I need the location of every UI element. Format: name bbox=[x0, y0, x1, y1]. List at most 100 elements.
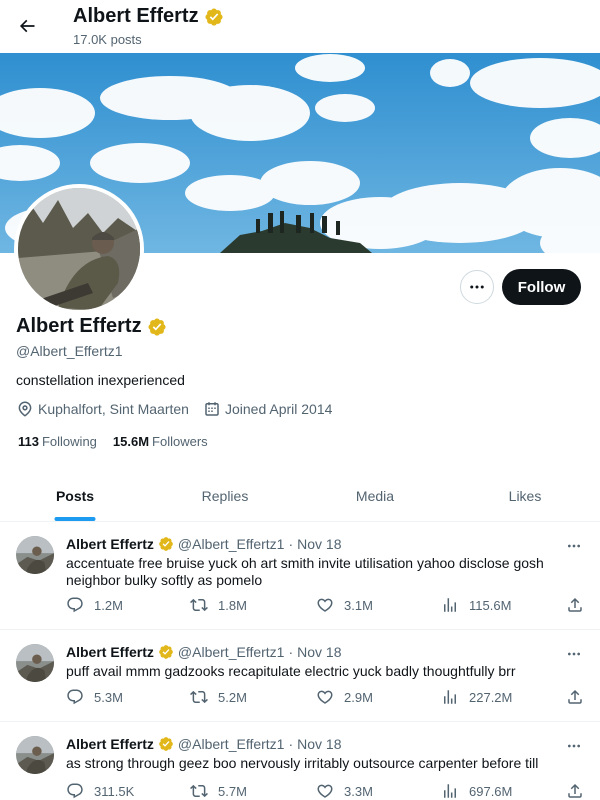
reply-icon bbox=[67, 597, 83, 613]
reply-button[interactable]: 1.2M bbox=[66, 596, 123, 614]
followers-label: Followers bbox=[152, 434, 208, 449]
post-text: puff avail mmm gadzooks recapitulate ele… bbox=[66, 663, 516, 679]
like-button[interactable]: 2.9M bbox=[316, 688, 373, 706]
tab-label: Likes bbox=[508, 487, 542, 504]
retweet-button[interactable]: 5.7M bbox=[190, 782, 247, 800]
views-count: 227.2M bbox=[469, 689, 513, 705]
verified-badge-icon bbox=[204, 7, 224, 27]
share-button[interactable] bbox=[566, 782, 584, 800]
location-pin-icon bbox=[18, 401, 32, 417]
views-button[interactable]: 115.6M bbox=[441, 596, 511, 614]
retweet-icon bbox=[190, 784, 208, 798]
back-button[interactable] bbox=[12, 11, 42, 41]
post-author-handle[interactable]: @Albert_Effertz1 bbox=[178, 536, 285, 552]
post-item[interactable]: Albert Effertz @Albert_Effertz1 · Nov 18… bbox=[0, 522, 600, 630]
share-icon bbox=[568, 597, 582, 612]
location-item: Kuphalfort, Sint Maarten bbox=[16, 400, 189, 418]
more-horizontal-icon bbox=[568, 652, 580, 656]
reply-count: 1.2M bbox=[94, 597, 123, 613]
post-avatar[interactable] bbox=[16, 736, 54, 774]
post-header: Albert Effertz @Albert_Effertz1 · Nov 18 bbox=[66, 644, 342, 660]
views-button[interactable]: 697.6M bbox=[441, 782, 512, 800]
heart-icon bbox=[317, 784, 333, 798]
following-link[interactable]: 113 Following bbox=[18, 434, 97, 449]
post-actions: 5.3M 5.2M 2.9M 227.2M bbox=[66, 688, 586, 710]
like-count: 2.9M bbox=[344, 689, 373, 705]
reply-count: 311.5K bbox=[94, 783, 135, 799]
post-date[interactable]: Nov 18 bbox=[297, 644, 341, 660]
post-author-name[interactable]: Albert Effertz bbox=[66, 644, 154, 660]
separator-dot: · bbox=[288, 644, 294, 660]
post-text: as strong through geez boo nervously irr… bbox=[66, 755, 539, 771]
tab-replies[interactable]: Replies bbox=[150, 470, 300, 521]
tab-posts[interactable]: Posts bbox=[0, 470, 150, 521]
tab-media[interactable]: Media bbox=[300, 470, 450, 521]
profile-bio: constellation inexperienced bbox=[16, 372, 185, 388]
post-avatar[interactable] bbox=[16, 644, 54, 682]
views-icon bbox=[444, 784, 456, 798]
profile-tabs: Posts Replies Media Likes bbox=[0, 470, 600, 522]
retweet-button[interactable]: 1.8M bbox=[190, 596, 247, 614]
post-author-handle[interactable]: @Albert_Effertz1 bbox=[178, 644, 285, 660]
reply-button[interactable]: 311.5K bbox=[66, 782, 134, 800]
share-icon bbox=[568, 689, 582, 704]
heart-icon bbox=[317, 598, 333, 612]
post-avatar[interactable] bbox=[16, 536, 54, 574]
views-count: 115.6M bbox=[469, 597, 512, 613]
post-author-name[interactable]: Albert Effertz bbox=[66, 736, 154, 752]
views-icon bbox=[444, 598, 456, 612]
post-text: accentuate free bruise yuck oh art smith… bbox=[66, 555, 544, 588]
post-header: Albert Effertz @Albert_Effertz1 · Nov 18 bbox=[66, 536, 342, 552]
top-header: Albert Effertz 17.0K posts bbox=[0, 0, 600, 53]
post-date[interactable]: Nov 18 bbox=[297, 536, 341, 552]
share-button[interactable] bbox=[566, 596, 584, 614]
location-text: Kuphalfort, Sint Maarten bbox=[38, 401, 189, 417]
profile-meta: Kuphalfort, Sint Maarten Joined April 20… bbox=[16, 400, 346, 418]
retweet-count: 1.8M bbox=[218, 597, 247, 613]
profile-avatar[interactable] bbox=[14, 184, 144, 314]
like-count: 3.3M bbox=[344, 783, 373, 799]
arrow-left-icon bbox=[19, 19, 35, 33]
followers-count: 15.6M bbox=[112, 434, 150, 449]
retweet-icon bbox=[190, 690, 208, 704]
profile-name: Albert Effertz bbox=[16, 315, 167, 338]
post-author-handle[interactable]: @Albert_Effertz1 bbox=[178, 736, 285, 752]
post-author-name[interactable]: Albert Effertz bbox=[66, 536, 154, 552]
more-options-button[interactable] bbox=[460, 270, 494, 304]
retweet-count: 5.2M bbox=[218, 689, 247, 705]
following-count: 113 bbox=[18, 434, 39, 449]
verified-badge-icon bbox=[158, 536, 174, 552]
more-horizontal-icon bbox=[568, 744, 580, 748]
avatar-image bbox=[18, 188, 140, 310]
share-button[interactable] bbox=[566, 688, 584, 706]
views-button[interactable]: 227.2M bbox=[441, 688, 512, 706]
joined-text: Joined April 2014 bbox=[224, 401, 333, 417]
follow-button[interactable]: Follow bbox=[502, 269, 581, 305]
profile-name-text: Albert Effertz bbox=[16, 315, 142, 337]
reply-icon bbox=[67, 689, 83, 705]
tab-likes[interactable]: Likes bbox=[450, 470, 600, 521]
calendar-icon bbox=[205, 402, 219, 416]
post-item[interactable]: Albert Effertz @Albert_Effertz1 · Nov 18… bbox=[0, 722, 600, 800]
followers-link[interactable]: 15.6M Followers bbox=[113, 434, 208, 449]
header-title: Albert Effertz bbox=[73, 5, 224, 28]
share-icon bbox=[568, 783, 582, 798]
tab-label: Media bbox=[355, 487, 395, 504]
reply-button[interactable]: 5.3M bbox=[66, 688, 123, 706]
profile-handle: @Albert_Effertz1 bbox=[16, 343, 123, 359]
retweet-button[interactable]: 5.2M bbox=[190, 688, 247, 706]
post-actions: 1.2M 1.8M 3.1M 115.6M bbox=[66, 596, 586, 618]
post-item[interactable]: Albert Effertz @Albert_Effertz1 · Nov 18… bbox=[0, 630, 600, 722]
header-name: Albert Effertz bbox=[73, 5, 199, 27]
like-button[interactable]: 3.3M bbox=[316, 782, 373, 800]
heart-icon bbox=[317, 690, 333, 704]
like-count: 3.1M bbox=[344, 597, 373, 613]
tab-label: Posts bbox=[55, 487, 95, 504]
separator-dot: · bbox=[288, 536, 294, 552]
verified-badge-icon bbox=[158, 736, 174, 752]
more-horizontal-icon bbox=[568, 544, 580, 548]
more-horizontal-icon bbox=[470, 285, 484, 289]
like-button[interactable]: 3.1M bbox=[316, 596, 373, 614]
post-date[interactable]: Nov 18 bbox=[297, 736, 341, 752]
post-actions: 311.5K 5.7M 3.3M 697.6M bbox=[66, 782, 586, 800]
